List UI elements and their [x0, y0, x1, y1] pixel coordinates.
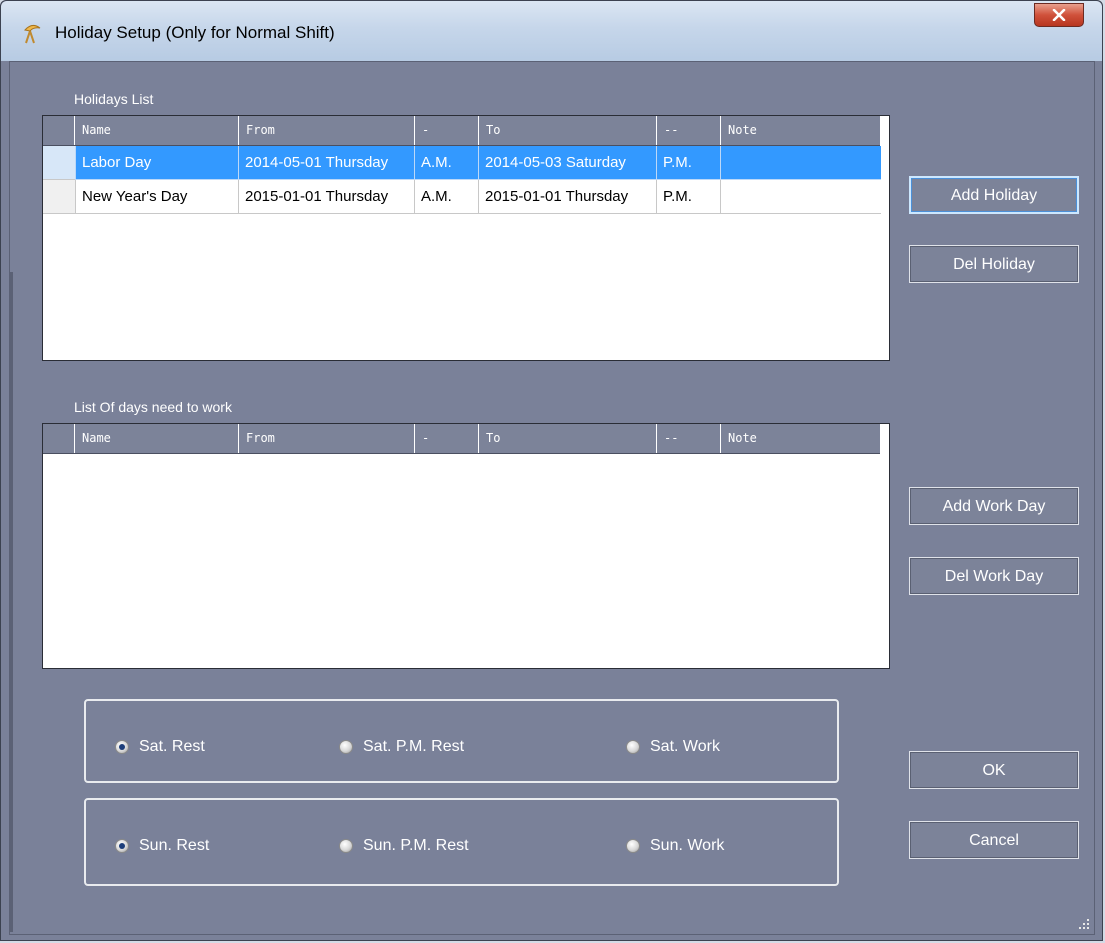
- column-header-to-half[interactable]: --: [656, 424, 720, 453]
- saturday-options-group: Sat. Rest Sat. P.M. Rest Sat. Work: [84, 699, 839, 783]
- sun-pm-rest-label: Sun. P.M. Rest: [363, 837, 469, 854]
- window-title: Holiday Setup (Only for Normal Shift): [55, 23, 335, 42]
- del-holiday-button[interactable]: Del Holiday: [909, 245, 1079, 283]
- close-icon: [1052, 9, 1066, 21]
- holidays-list-label: Holidays List: [74, 91, 154, 107]
- holidays-grid[interactable]: Name From - To -- Note Labor Day 2014-05…: [42, 115, 890, 361]
- add-holiday-button[interactable]: Add Holiday: [909, 176, 1079, 214]
- sat-rest-label: Sat. Rest: [139, 738, 205, 755]
- cell-name[interactable]: New Year's Day: [75, 180, 238, 214]
- column-header-to[interactable]: To: [478, 116, 656, 145]
- cell-to-half[interactable]: P.M.: [656, 146, 720, 180]
- holiday-row[interactable]: Labor Day 2014-05-01 Thursday A.M. 2014-…: [43, 146, 881, 180]
- column-header-from[interactable]: From: [238, 116, 414, 145]
- cell-to[interactable]: 2015-01-01 Thursday: [478, 180, 656, 214]
- title-bar[interactable]: Holiday Setup (Only for Normal Shift): [1, 1, 1102, 61]
- dialog-body: Holidays List Name From - To -- Note Lab…: [9, 61, 1095, 935]
- radio-unchecked-icon: [339, 839, 353, 853]
- sat-pm-rest-label: Sat. P.M. Rest: [363, 738, 465, 755]
- del-work-day-button[interactable]: Del Work Day: [909, 557, 1079, 595]
- holiday-row[interactable]: New Year's Day 2015-01-01 Thursday A.M. …: [43, 180, 881, 214]
- holiday-setup-window: Holiday Setup (Only for Normal Shift) Ho…: [0, 0, 1103, 941]
- ok-button[interactable]: OK: [909, 751, 1079, 789]
- workdays-grid-header: Name From - To -- Note: [43, 424, 880, 454]
- sun-rest-label: Sun. Rest: [139, 837, 210, 854]
- workdays-list-label: List Of days need to work: [74, 399, 232, 415]
- radio-checked-icon: [115, 839, 129, 853]
- column-header-to-half[interactable]: --: [656, 116, 720, 145]
- column-header-from[interactable]: From: [238, 424, 414, 453]
- radio-checked-icon: [115, 740, 129, 754]
- radio-unchecked-icon: [626, 839, 640, 853]
- cell-note[interactable]: [720, 146, 881, 180]
- workdays-grid[interactable]: Name From - To -- Note: [42, 423, 890, 669]
- add-work-day-button[interactable]: Add Work Day: [909, 487, 1079, 525]
- close-button[interactable]: [1034, 3, 1084, 27]
- sat-work-label: Sat. Work: [650, 738, 720, 755]
- cell-note[interactable]: [720, 180, 881, 214]
- radio-unchecked-icon: [626, 740, 640, 754]
- column-header-note[interactable]: Note: [720, 424, 881, 453]
- cell-to-half[interactable]: P.M.: [656, 180, 720, 214]
- column-header-name[interactable]: Name: [74, 424, 238, 453]
- cell-from-half[interactable]: A.M.: [414, 146, 478, 180]
- radio-unchecked-icon: [339, 740, 353, 754]
- row-selector[interactable]: [43, 180, 75, 214]
- cell-from[interactable]: 2015-01-01 Thursday: [238, 180, 414, 214]
- column-header-name[interactable]: Name: [74, 116, 238, 145]
- sunday-options-group: Sun. Rest Sun. P.M. Rest Sun. Work: [84, 798, 839, 886]
- column-header-to[interactable]: To: [478, 424, 656, 453]
- cancel-button[interactable]: Cancel: [909, 821, 1079, 859]
- left-edge: [10, 272, 13, 932]
- holidays-grid-header: Name From - To -- Note: [43, 116, 880, 146]
- resize-grip-icon[interactable]: [1078, 918, 1090, 930]
- cell-from[interactable]: 2014-05-01 Thursday: [238, 146, 414, 180]
- row-selector[interactable]: [43, 146, 75, 180]
- sun-work-label: Sun. Work: [650, 837, 725, 854]
- column-header-from-half[interactable]: -: [414, 424, 478, 453]
- cell-from-half[interactable]: A.M.: [414, 180, 478, 214]
- cell-to[interactable]: 2014-05-03 Saturday: [478, 146, 656, 180]
- holiday-icon: [24, 24, 41, 44]
- cell-name[interactable]: Labor Day: [75, 146, 238, 180]
- column-header-note[interactable]: Note: [720, 116, 881, 145]
- column-header-from-half[interactable]: -: [414, 116, 478, 145]
